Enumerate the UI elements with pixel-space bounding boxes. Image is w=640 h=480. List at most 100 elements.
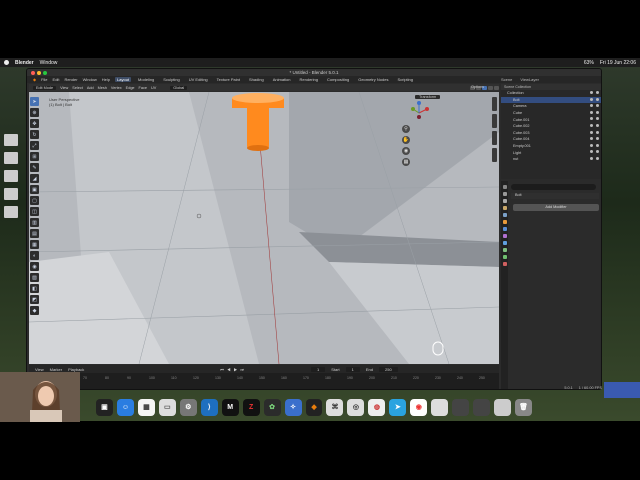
outliner-item[interactable]: Cube.003 (501, 130, 601, 137)
move-tool-icon[interactable]: ✥ (30, 119, 39, 128)
vp-menu-select[interactable]: Select (72, 86, 83, 90)
mode-selector[interactable]: Edit Mode (33, 85, 57, 90)
menubar-app[interactable]: Blender (15, 60, 34, 66)
polybuild-tool-icon[interactable]: ▦ (30, 240, 39, 249)
document-icon[interactable] (431, 398, 449, 416)
timeline-menu-playback[interactable]: Playback (68, 367, 84, 372)
scale-tool-icon[interactable]: ⤢ (30, 141, 39, 150)
blender-icon[interactable]: ◆ (305, 398, 323, 416)
desktop-file-icon[interactable] (4, 206, 18, 218)
measure-tool-icon[interactable]: ◢ (30, 174, 39, 183)
outliner-item[interactable]: Empty.001 (501, 143, 601, 150)
inset-tool-icon[interactable]: ▢ (30, 196, 39, 205)
bevel-tool-icon[interactable]: ◫ (30, 207, 39, 216)
rip-tool-icon[interactable]: ◆ (30, 306, 39, 315)
menu-help[interactable]: Help (102, 77, 110, 82)
navigation-gizmo[interactable] (407, 101, 431, 125)
start-frame-field[interactable]: 1 (345, 366, 360, 372)
camera-icon[interactable]: ◉ (402, 147, 410, 155)
vp-menu-add[interactable]: Add (87, 86, 94, 90)
timeline-menu-view[interactable]: View (35, 367, 44, 372)
tab-sculpting[interactable]: Sculpting (161, 77, 181, 82)
n-tab-edit[interactable] (492, 148, 497, 162)
particles-tab-icon[interactable] (502, 234, 507, 238)
vp-menu-view[interactable]: View (60, 86, 68, 90)
tab-texture-paint[interactable]: Texture Paint (215, 77, 242, 82)
vp-menu-edge[interactable]: Edge (126, 86, 135, 90)
output-tab-icon[interactable] (502, 199, 507, 203)
shear-tool-icon[interactable]: ◩ (30, 295, 39, 304)
physics-tab-icon[interactable] (502, 241, 507, 245)
material-shading-icon[interactable] (488, 85, 493, 90)
3d-viewport[interactable] (29, 92, 499, 364)
dock-app-icon[interactable]: ▣ (96, 398, 113, 416)
vp-menu-mesh[interactable]: Mesh (98, 86, 107, 90)
tab-layout[interactable]: Layout (115, 77, 132, 82)
shrink-tool-icon[interactable]: ◧ (30, 284, 39, 293)
menu-file[interactable]: File (41, 77, 47, 82)
orientation-selector[interactable]: Global (170, 85, 188, 90)
tab-geometry-nodes[interactable]: Geometry Nodes (356, 77, 390, 82)
visibility-icons[interactable] (590, 130, 599, 134)
render-tab-icon[interactable] (502, 192, 507, 196)
desktop-file-icon[interactable] (4, 134, 18, 146)
visibility-icons[interactable] (590, 143, 599, 147)
folder-icon[interactable] (452, 398, 470, 416)
smooth-tool-icon[interactable]: ◉ (30, 262, 39, 271)
material-tab-icon[interactable] (502, 262, 507, 266)
launchpad-icon[interactable]: ▦ (137, 398, 155, 416)
scene-tab-icon[interactable] (502, 206, 507, 210)
n-tab-view[interactable] (492, 131, 497, 145)
spin-tool-icon[interactable]: ◐ (30, 251, 39, 260)
notes-icon[interactable]: ▭ (158, 398, 176, 416)
grid-icon[interactable]: ▦ (402, 158, 410, 166)
visibility-icons[interactable] (590, 123, 599, 127)
outliner-item[interactable]: Cube.004 (501, 136, 601, 143)
visibility-icons[interactable] (590, 137, 599, 141)
apple-icon[interactable] (4, 60, 9, 65)
outliner-item[interactable]: Bolt (501, 96, 601, 104)
tab-scripting[interactable]: Scripting (395, 77, 415, 82)
desktop-file-icon[interactable] (4, 188, 18, 200)
app-icon[interactable]: ⌘ (326, 398, 344, 416)
transform-panel-tab[interactable]: Transform (415, 95, 441, 99)
visibility-icons[interactable] (590, 104, 599, 108)
constraints-tab-icon[interactable] (502, 248, 507, 252)
tab-modeling[interactable]: Modeling (136, 77, 156, 82)
finder-icon[interactable]: ☺ (116, 398, 134, 416)
object-tab-icon[interactable] (502, 220, 507, 224)
chrome-icon[interactable]: ◉ (410, 398, 428, 416)
rotate-tool-icon[interactable]: ↻ (30, 130, 39, 139)
visibility-icons[interactable] (590, 150, 599, 154)
tab-uv-editing[interactable]: UV Editing (187, 77, 210, 82)
zoom-icon[interactable]: ⚲ (402, 125, 410, 133)
outliner-item[interactable]: Camera (501, 103, 601, 110)
visibility-icons[interactable] (590, 156, 599, 160)
trash-icon[interactable]: 🗑 (515, 398, 533, 416)
vscode-icon[interactable]: ⟩ (200, 398, 218, 416)
knife-tool-icon[interactable]: ▤ (30, 229, 39, 238)
render-shading-icon[interactable] (494, 85, 499, 90)
outliner-item[interactable]: Cube.002 (501, 123, 601, 130)
visibility-icons[interactable] (590, 117, 599, 121)
menu-window[interactable]: Window (83, 77, 97, 82)
tab-shading[interactable]: Shading (247, 77, 266, 82)
menu-render[interactable]: Render (64, 77, 77, 82)
world-tab-icon[interactable] (502, 213, 507, 217)
loopcut-tool-icon[interactable]: ▥ (30, 218, 39, 227)
desktop-file-icon[interactable] (4, 152, 18, 164)
app-icon[interactable]: ◍ (368, 398, 386, 416)
select-tool-icon[interactable]: ➤ (30, 97, 39, 106)
app-icon[interactable]: ✿ (263, 398, 281, 416)
desktop-file-icon[interactable] (4, 170, 18, 182)
extrude-tool-icon[interactable]: ▣ (30, 185, 39, 194)
timeline-menu-marker[interactable]: Marker (50, 367, 62, 372)
tool-tab-icon[interactable] (502, 185, 507, 189)
cursor-tool-icon[interactable]: ⊕ (30, 108, 39, 117)
menu-edit[interactable]: Edit (53, 77, 60, 82)
add-modifier-button[interactable]: Add Modifier (513, 204, 599, 211)
n-tab-tool[interactable] (492, 114, 497, 128)
properties-search[interactable] (511, 184, 596, 190)
settings-icon[interactable]: ⚙ (179, 398, 197, 416)
tab-animation[interactable]: Animation (271, 77, 293, 82)
